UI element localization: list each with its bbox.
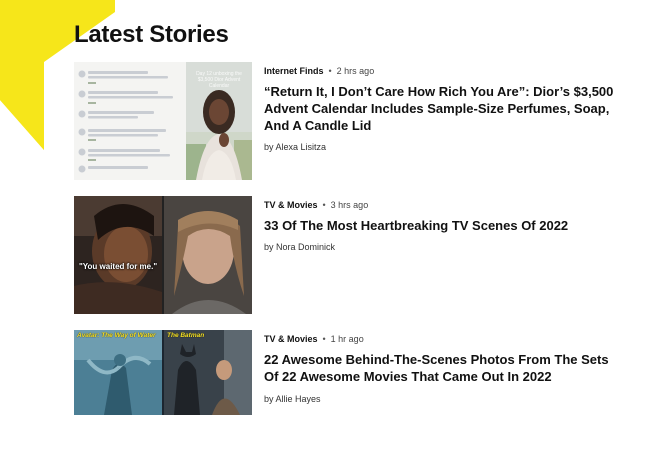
meta-separator: • [328,66,332,76]
story-category[interactable]: Internet Finds [264,66,324,76]
story-category[interactable]: TV & Movies [264,200,318,210]
story-meta: Internet Finds • 2 hrs ago [264,66,374,76]
story-thumbnail[interactable]: "You waited for me." [74,196,252,314]
story-headline[interactable]: “Return It, I Don’t Care How Rich You Ar… [264,83,624,134]
story-card[interactable]: Avatar: The Way of Water The Batman TV &… [74,330,634,450]
story-thumbnail[interactable]: Day 12 unboxing the $3,500 Dior Advent C… [74,62,252,180]
story-byline[interactable]: by Nora Dominick [264,242,335,252]
story-timestamp: 2 hrs ago [336,66,375,76]
thumbnail-label-right: The Batman [167,332,205,339]
section-title: Latest Stories [74,21,229,48]
story-card[interactable]: Day 12 unboxing the $3,500 Dior Advent C… [74,62,634,182]
story-card[interactable]: "You waited for me." TV & Movies • 3 hrs a… [74,196,634,316]
story-byline[interactable]: by Alexa Lisitza [264,142,326,152]
story-headline[interactable]: 22 Awesome Behind-The-Scenes Photos From… [264,351,624,385]
story-timestamp: 1 hr ago [330,334,364,344]
story-thumbnail[interactable]: Avatar: The Way of Water The Batman [74,330,252,415]
thumbnail-label-left: Avatar: The Way of Water [77,332,156,339]
thumbnail-overlay-text: Day 12 unboxing the $3,500 Dior Advent C… [196,71,242,89]
meta-separator: • [322,334,326,344]
story-category[interactable]: TV & Movies [264,334,318,344]
thumbnail-caption: "You waited for me." [79,262,158,271]
story-headline[interactable]: 33 Of The Most Heartbreaking TV Scenes O… [264,217,624,234]
meta-separator: • [322,200,326,210]
story-meta: TV & Movies • 1 hr ago [264,334,364,344]
story-byline[interactable]: by Allie Hayes [264,394,321,404]
story-timestamp: 3 hrs ago [330,200,369,210]
story-meta: TV & Movies • 3 hrs ago [264,200,368,210]
